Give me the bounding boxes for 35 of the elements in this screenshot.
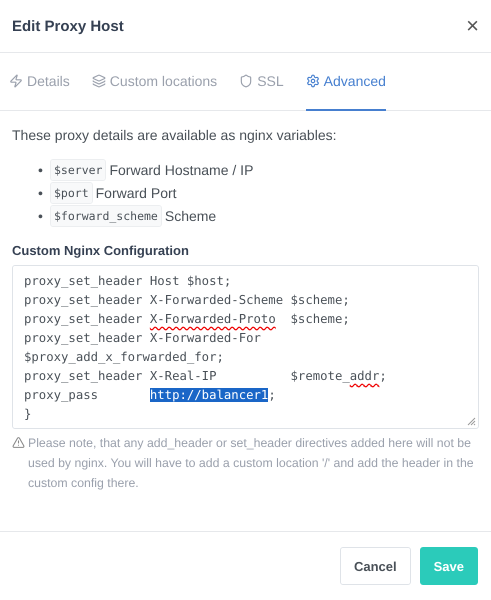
config-textarea[interactable] [12,265,479,429]
variable-code: $forward_scheme [50,205,162,227]
code-line: proxy_set_header X-Forwarded-Scheme $scheme; [24,292,351,309]
code-line: proxy_pass http://balancer1; [24,387,277,404]
code-line: } [24,406,32,423]
cancel-button[interactable]: Cancel [340,547,411,585]
code-line: proxy_set_header X-Real-IP $remote_addr; [24,368,388,385]
variable-description: Forward Hostname / IP [109,162,254,178]
note-text: Please note, that any add_header or set_header directives added here will not be used by nginx. You will have to add a custom location '/' and add the header in the custom config there. [28,435,475,492]
layers-icon [92,74,106,88]
code-line: proxy_set_header X-Forwarded-For [24,330,262,347]
code-line: $proxy_add_x_forwarded_for; [24,349,225,366]
lightning-icon [9,74,23,88]
tab[interactable]: Custom locations [92,53,218,111]
tab[interactable]: SSL [239,53,284,111]
variable-code: $port [50,182,93,204]
intro-text: These proxy details are available as nginx variables: [12,127,338,143]
warning-icon [12,436,25,449]
close-button[interactable]: × [466,15,479,37]
dialog-title: Edit Proxy Host [12,18,124,34]
tab[interactable]: Details [9,53,70,111]
code-line: proxy_set_header Host $host; [24,273,232,290]
save-button[interactable]: Save [420,547,478,585]
variable-code: $server [50,159,106,181]
tab[interactable]: Advanced [306,53,386,111]
resize-grip-icon[interactable] [467,417,476,426]
shield-icon [239,74,254,88]
bullet: • [38,162,44,178]
variable-description: Forward Port [96,185,177,201]
variable-description: Scheme [164,208,216,224]
bullet: • [38,185,44,201]
settings-icon [306,74,320,88]
config-label: Custom Nginx Configuration [12,243,190,258]
bullet: • [38,208,44,224]
code-line: proxy_set_header X-Forwarded-Proto $scheme; [24,311,351,328]
